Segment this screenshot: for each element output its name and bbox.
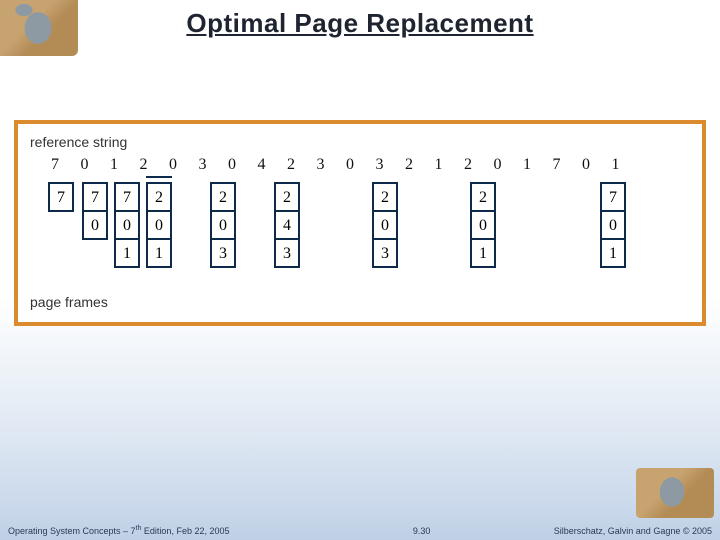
reference-digit: 7 <box>550 156 564 174</box>
reference-string-row: 70120304230321201701 <box>28 156 692 174</box>
frame-cell: 2 <box>210 182 236 212</box>
page-title: Optimal Page Replacement <box>0 8 720 39</box>
reference-digit: 1 <box>609 156 623 174</box>
frame-cell: 3 <box>210 238 236 268</box>
reference-digit: 3 <box>196 156 210 174</box>
frame-cell: 1 <box>470 238 496 268</box>
frame-cell <box>48 238 74 268</box>
reference-digit: 1 <box>432 156 446 174</box>
frame-cell: 0 <box>146 210 172 240</box>
reference-digit: 2 <box>461 156 475 174</box>
frame-cell: 1 <box>600 238 626 268</box>
frame-cell: 2 <box>146 182 172 212</box>
reference-digit: 4 <box>255 156 269 174</box>
footer-left: Operating System Concepts – 7th Edition,… <box>8 525 229 536</box>
footer-right: Silberschatz, Galvin and Gagne © 2005 <box>554 526 712 536</box>
frame-cell: 0 <box>82 210 108 240</box>
footer-left-b: Edition, Feb 22, 2005 <box>141 526 229 536</box>
frame-cell: 7 <box>82 182 108 212</box>
reference-digit: 0 <box>343 156 357 174</box>
frame-cell: 1 <box>146 238 172 268</box>
frame-cell: 2 <box>470 182 496 212</box>
reference-string-label: reference string <box>30 134 692 150</box>
frame-column: 701 <box>600 182 626 268</box>
reference-digit: 0 <box>78 156 92 174</box>
reference-digit: 0 <box>491 156 505 174</box>
frame-cell: 3 <box>372 238 398 268</box>
frame-cell: 0 <box>600 210 626 240</box>
logo-bottom-icon <box>636 468 714 518</box>
page-frames-label: page frames <box>30 294 692 310</box>
figure-box: reference string 70120304230321201701 77… <box>14 120 706 326</box>
reference-digit: 2 <box>284 156 298 174</box>
frame-cell: 7 <box>600 182 626 212</box>
reference-digit: 0 <box>579 156 593 174</box>
reference-digit: 1 <box>520 156 534 174</box>
reference-digit: 7 <box>48 156 62 174</box>
column-tick <box>146 176 172 178</box>
frame-cell: 0 <box>372 210 398 240</box>
frame-column: 701 <box>114 182 140 268</box>
frame-column: 243 <box>274 182 300 268</box>
reference-digit: 1 <box>107 156 121 174</box>
frame-cell: 0 <box>470 210 496 240</box>
frame-cell: 0 <box>210 210 236 240</box>
frame-cell: 7 <box>48 182 74 212</box>
footer-page-number: 9.30 <box>229 526 553 536</box>
frame-column: 201 <box>146 182 172 268</box>
frame-cell: 0 <box>114 210 140 240</box>
frame-column: 203 <box>210 182 236 268</box>
frame-column: 7 <box>48 182 74 268</box>
footer-left-a: Operating System Concepts – 7 <box>8 526 136 536</box>
frame-cell: 3 <box>274 238 300 268</box>
frame-cell: 7 <box>114 182 140 212</box>
reference-digit: 3 <box>314 156 328 174</box>
frame-cell: 1 <box>114 238 140 268</box>
frame-cell <box>48 210 74 240</box>
frame-column: 201 <box>470 182 496 268</box>
frame-column: 70 <box>82 182 108 268</box>
reference-digit: 2 <box>137 156 151 174</box>
reference-digit: 2 <box>402 156 416 174</box>
frame-cell: 2 <box>274 182 300 212</box>
frame-cell: 4 <box>274 210 300 240</box>
page-frames-area: 770701201203243203201701 <box>42 182 692 282</box>
frame-cell: 2 <box>372 182 398 212</box>
reference-digit: 3 <box>373 156 387 174</box>
frame-cell <box>82 238 108 268</box>
reference-digit: 0 <box>166 156 180 174</box>
frame-column: 203 <box>372 182 398 268</box>
reference-digit: 0 <box>225 156 239 174</box>
footer: Operating System Concepts – 7th Edition,… <box>0 525 720 536</box>
